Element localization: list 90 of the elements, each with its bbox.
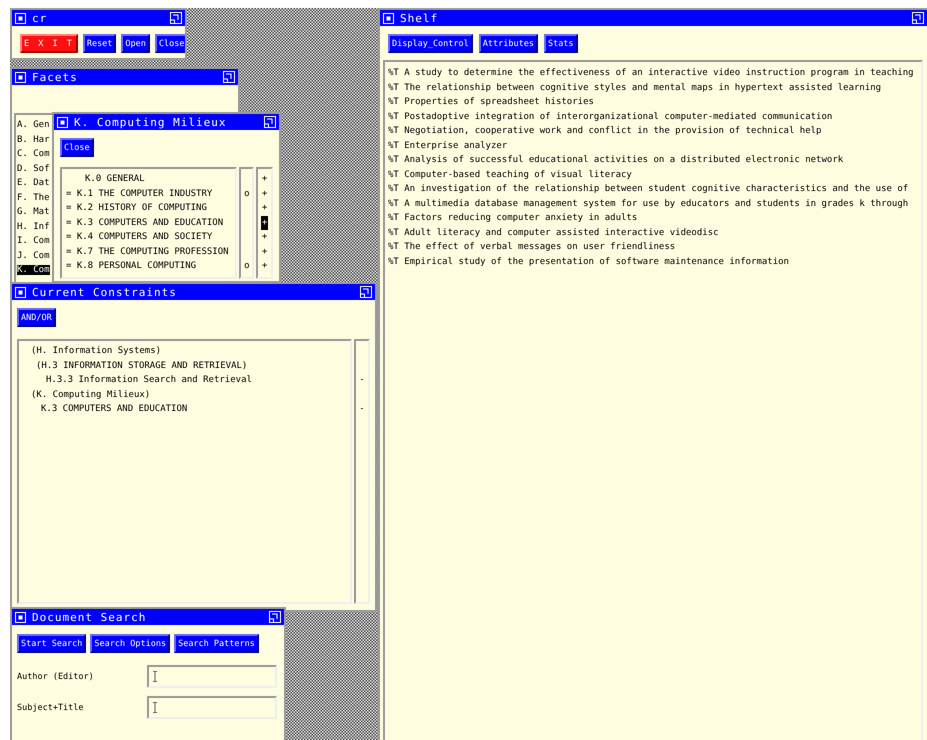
window-menu-icon[interactable]	[15, 12, 26, 24]
window-title: Shelf	[400, 12, 440, 24]
shelf-item[interactable]: %T Adult literacy and computer assisted interactive videodisc	[388, 226, 918, 240]
window-resize-icon[interactable]	[269, 611, 281, 623]
shelf-item[interactable]: %T A study to determine the effectiveness of an interactive video instruction program in teaching	[388, 66, 918, 80]
window-resize-icon[interactable]	[264, 116, 276, 128]
equals-sign: =	[66, 203, 72, 213]
close-button[interactable]: Close	[60, 138, 94, 157]
category-item[interactable]: K.1 THE COMPUTER INDUSTRY	[76, 188, 212, 198]
shelf-button[interactable]: Display_Control	[388, 34, 473, 53]
window-resize-icon[interactable]	[223, 71, 235, 83]
shelf-item[interactable]: %T A multimedia database management system for use by educators and students in grades k through	[388, 196, 918, 211]
search-button[interactable]: Search Patterns	[174, 634, 259, 653]
toolbar-button[interactable]: Close	[154, 34, 185, 53]
equals-sign: =	[66, 246, 72, 256]
add-toggle[interactable]: +	[260, 172, 268, 186]
constraint-item: H.3.3 Information Search and Retrieval	[45, 374, 253, 387]
equals-sign: =	[66, 232, 72, 242]
facet-item[interactable]: B. Har	[17, 134, 50, 144]
text-cursor-icon	[153, 702, 157, 713]
window-menu-icon[interactable]	[15, 286, 26, 298]
shelf-button[interactable]: Stats	[544, 34, 578, 53]
add-toggle[interactable]: +	[260, 216, 268, 230]
constraint-item: (H.3 INFORMATION STORAGE AND RETRIEVAL)	[35, 360, 248, 372]
add-toggle[interactable]: +	[260, 201, 268, 216]
shelf-item[interactable]: %T Computer-based teaching of visual literacy	[388, 168, 918, 182]
equals-sign: =	[66, 218, 72, 228]
add-toggle[interactable]: +	[260, 244, 268, 259]
shelf-item[interactable]: %T Postadoptive integration of interorganizational computer-mediated communication	[388, 110, 918, 124]
category-item[interactable]: K.2 HISTORY OF COMPUTING	[76, 203, 207, 213]
shelf-item[interactable]: %T Empirical study of the presentation of software maintenance information	[388, 254, 918, 269]
constraint-item: K.3 COMPUTERS AND EDUCATION	[40, 403, 188, 416]
facet-item[interactable]: K. Com	[17, 265, 50, 275]
window-menu-icon[interactable]	[15, 72, 26, 82]
window-title: Current Constraints	[32, 286, 178, 298]
search-button[interactable]: Search Options	[90, 634, 170, 653]
window-title: Facets	[32, 70, 79, 84]
toolbar-button[interactable]: Open	[121, 34, 150, 53]
field-label: Author (Editor)	[17, 672, 95, 682]
window-resize-icon[interactable]	[170, 12, 182, 24]
add-toggle[interactable]: +	[260, 230, 268, 244]
category-item[interactable]: K.4 COMPUTERS AND SOCIETY	[76, 232, 212, 242]
shelf-item[interactable]: %T Factors reducing computer anxiety in adults	[388, 211, 918, 226]
shelf-item[interactable]: %T Enterprise analyzer	[388, 138, 918, 153]
text-cursor-icon	[153, 671, 157, 682]
window-title: Document Search	[32, 610, 148, 624]
window-resize-icon[interactable]	[360, 286, 372, 298]
input-field[interactable]	[147, 665, 277, 688]
facet-item[interactable]: E. Dat	[17, 178, 50, 188]
facet-item[interactable]: F. The	[17, 192, 50, 202]
facet-item[interactable]: D. Sof	[17, 164, 50, 174]
shelf-item[interactable]: %T The relationship between cognitive styles and mental maps in hypertext assisted learning	[388, 80, 918, 95]
field-label: Subject+Title	[17, 702, 85, 712]
remove-mark[interactable]: -	[358, 373, 366, 388]
facet-item[interactable]: G. Mat	[17, 207, 50, 217]
exit-button[interactable]: E X I T	[20, 34, 78, 53]
window-menu-icon[interactable]	[383, 12, 394, 24]
toolbar-button[interactable]: Reset	[82, 34, 116, 53]
mark-symbol: o	[243, 260, 250, 273]
facet-item[interactable]: C. Com	[17, 149, 50, 159]
add-toggle[interactable]: +	[260, 186, 268, 201]
shelf-item[interactable]: %T Negotiation, cooperative work and conflict in the provision of technical help	[388, 124, 918, 138]
mark-symbol: o	[243, 188, 250, 200]
and-or-button[interactable]: AND/OR	[17, 308, 56, 327]
add-toggle[interactable]: +	[260, 259, 268, 274]
category-item[interactable]: K.0 GENERAL	[85, 174, 145, 184]
shelf-button[interactable]: Attributes	[478, 34, 538, 53]
input-field[interactable]	[147, 696, 277, 719]
shelf-item[interactable]: %T An investigation of the relationship between student cognitive characteristics and the use of	[388, 182, 918, 196]
facet-item[interactable]: A. Gen	[17, 120, 50, 130]
shelf-item[interactable]: %T Properties of spreadsheet histories	[388, 95, 918, 110]
shelf-item[interactable]: %T The effect of verbal messages on user friendliness	[388, 240, 918, 254]
window-menu-icon[interactable]	[15, 612, 26, 622]
window-title: cr	[32, 12, 48, 24]
category-item[interactable]: K.3 COMPUTERS AND EDUCATION	[76, 218, 224, 228]
category-item[interactable]: K.7 THE COMPUTING PROFESSION	[76, 246, 229, 256]
facet-item[interactable]: I. Com	[17, 236, 50, 246]
facet-item[interactable]: J. Com	[17, 250, 50, 260]
equals-sign: =	[66, 188, 72, 198]
category-item[interactable]: K.8 PERSONAL COMPUTING	[76, 261, 196, 271]
window-title: K. Computing Milieux	[74, 116, 228, 128]
search-button[interactable]: Start Search	[17, 634, 86, 653]
facet-item[interactable]: H. Inf	[17, 222, 50, 232]
window-menu-icon[interactable]	[57, 116, 68, 128]
shelf-item[interactable]: %T Analysis of successful educational activities on a distributed electronic network	[388, 153, 918, 168]
remove-mark[interactable]: -	[358, 402, 366, 416]
window-resize-icon[interactable]	[912, 12, 924, 24]
equals-sign: =	[66, 261, 72, 271]
constraint-item: (H. Information Systems)	[31, 345, 162, 358]
constraint-item: (K. Computing Milieux)	[31, 388, 152, 402]
